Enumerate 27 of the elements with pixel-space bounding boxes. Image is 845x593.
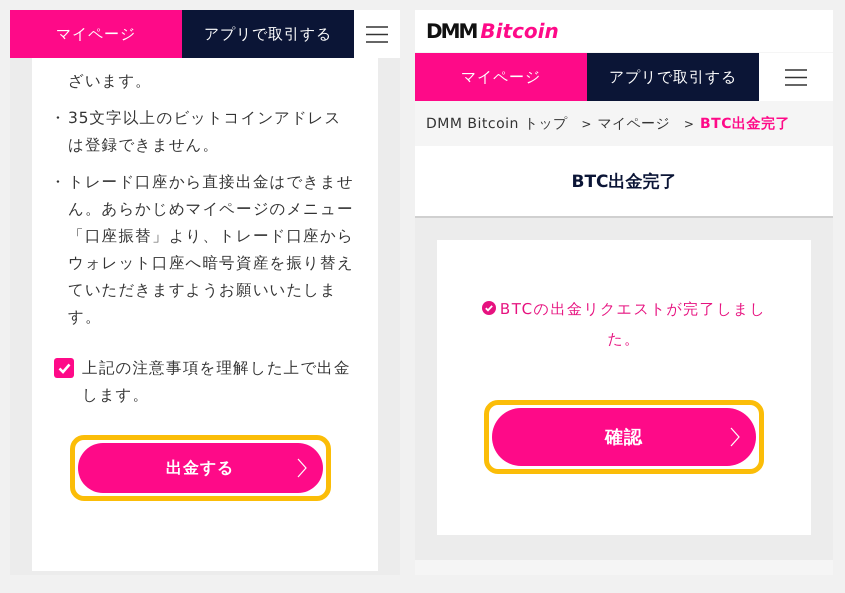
breadcrumb-separator: > [684, 116, 694, 130]
breadcrumb-link[interactable]: DMM Bitcoin トップ [426, 114, 568, 132]
withdraw-button[interactable]: 出金する [78, 443, 322, 493]
nav-tab[interactable]: アプリで取引する [182, 10, 354, 58]
nav-tab[interactable]: アプリで取引する [587, 53, 759, 101]
chevron-right-icon [296, 458, 306, 478]
check-circle-icon [482, 301, 496, 315]
confirm-button[interactable]: 確認 [492, 408, 756, 466]
check-icon [58, 362, 70, 374]
success-message: BTCの出金リクエストが完了しました。 [474, 294, 774, 354]
note-text: ざいます。 [68, 71, 153, 92]
breadcrumb-current: BTC出金完了 [700, 114, 790, 132]
nav-tab[interactable]: マイページ [415, 53, 587, 101]
agree-label: 上記の注意事項を理解した上で出金します。 [82, 358, 352, 406]
bullet-mark: ・ [50, 172, 68, 193]
nav-tab[interactable]: マイページ [10, 10, 182, 58]
chevron-right-icon [730, 427, 740, 447]
note-text: トレード口座から直接出金はできません。あらかじめマイページのメニュー「口座振替」より、トレード口座からウォレット口座へ暗号資産を振り替えていただきますようお願いいたします。 [68, 172, 354, 328]
agree-checkbox[interactable] [54, 358, 74, 378]
note-text: 35文字以上のビットコインアドレスは登録できません。 [68, 108, 342, 156]
page-title: BTC出金完了 [415, 146, 833, 218]
menu-icon[interactable] [366, 26, 388, 42]
logo[interactable]: DMM Bitcoin [415, 10, 833, 52]
breadcrumb-separator: > [581, 116, 592, 130]
breadcrumb-link[interactable]: マイページ [597, 114, 670, 132]
bullet-mark: ・ [50, 108, 68, 129]
menu-icon[interactable] [785, 68, 807, 86]
